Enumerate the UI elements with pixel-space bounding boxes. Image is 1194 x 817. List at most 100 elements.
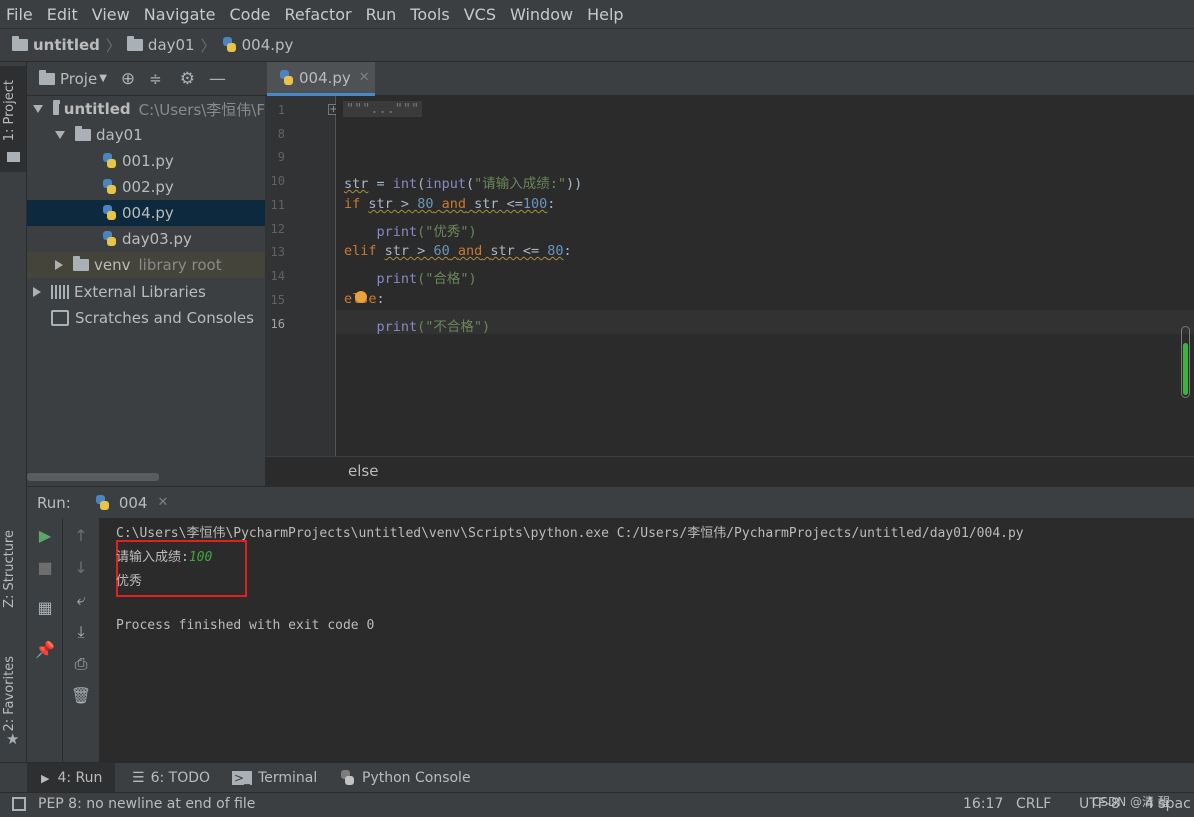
favorites-tool-tab[interactable]: 2: Favorites ★ [0,652,26,752]
console-output-line: 优秀 [116,574,143,589]
trash-icon[interactable]: 🗑 [63,686,99,705]
print-icon[interactable]: ⎙ [63,654,99,674]
horizontal-scrollbar[interactable] [27,473,159,481]
watermark: CSDN @清 醒 [1092,795,1170,809]
collapse-arrow-icon[interactable] [55,260,63,270]
lightbulb-icon[interactable] [355,291,367,303]
line-number: 13 [270,245,285,259]
folded-docstring[interactable]: """...""" [343,101,423,117]
breadcrumb-folder[interactable]: day01 [126,36,195,54]
stop-icon[interactable]: ■ [27,558,63,577]
menu-run[interactable]: Run [366,5,397,24]
code-line-10: str = int(input("请输入成绩:")) [344,176,583,192]
line-number: 8 [277,127,285,141]
libraries-icon [51,285,69,299]
menu-window[interactable]: Window [510,5,573,24]
python-file-icon [102,205,117,221]
run-tab-004[interactable]: 004 [119,494,148,512]
tree-item-external-libraries[interactable]: External Libraries [27,279,265,305]
tree-item-venv[interactable]: venv library root [27,252,265,278]
line-number: 11 [270,198,285,212]
close-icon[interactable]: ✕ [157,495,168,510]
project-panel-header: Proje ▼ ⊕ ≑ ⚙ — [27,62,265,96]
tab-terminal[interactable]: >_ Terminal [232,763,317,793]
tab-run[interactable]: ▶ 4: Run [27,763,115,793]
console-command-line: C:\Users\李恒伟\PycharmProjects\untitled\ve… [116,526,1024,541]
pin-icon[interactable]: 📌 [27,640,63,659]
python-file-icon [279,69,294,86]
line-number: 10 [270,174,285,188]
code-editor[interactable]: """...""" str = int(input("请输入成绩:")) if … [336,96,1194,456]
expand-arrow-icon[interactable] [55,131,65,139]
menu-refactor[interactable]: Refactor [284,5,351,24]
menu-help[interactable]: Help [587,5,623,24]
code-line-13: elif str > 60 and str <= 80: [344,243,572,259]
menu-navigate[interactable]: Navigate [144,5,216,24]
tree-item-004[interactable]: 004.py [27,200,265,226]
soft-wrap-icon[interactable]: ⤶ [63,590,99,610]
caret-position[interactable]: 16:17 [963,796,1003,812]
tree-item-root[interactable]: untitled C:\Users\李恒伟\F [27,96,265,122]
tab-python-console[interactable]: Python Console [340,763,471,793]
breadcrumb-file[interactable]: 004.py [222,36,293,54]
code-line-12: print("优秀") [376,224,477,240]
up-arrow-icon[interactable]: ↑ [63,526,99,545]
tab-todo[interactable]: ☰ 6: TODO [128,763,210,793]
folder-icon [53,100,60,115]
down-arrow-icon[interactable]: ↓ [63,558,99,577]
line-separator[interactable]: CRLF [1016,796,1051,812]
project-tool-tab[interactable]: 1: Project [0,66,26,172]
menu-code[interactable]: Code [230,5,271,24]
editor-breadcrumb-item[interactable]: else [348,462,378,480]
python-file-icon [222,37,237,53]
tree-item-001[interactable]: 001.py [27,148,265,174]
folder-icon [75,126,91,141]
python-icon [340,770,355,786]
menu-tools[interactable]: Tools [410,5,449,24]
chevron-right-icon: 〉 [200,36,216,55]
menu-file[interactable]: File [6,5,33,24]
code-line-11: if str > 80 and str <=100: [344,196,556,212]
scroll-to-end-icon[interactable]: ⤓ [63,622,99,642]
run-toolbar-secondary: ↑ ↓ ⤶ ⤓ ⎙ 🗑 [63,518,100,762]
python-icon [95,494,110,511]
run-console[interactable]: C:\Users\李恒伟\PycharmProjects\untitled\ve… [100,518,1194,762]
status-message: PEP 8: no newline at end of file [38,796,256,812]
tree-item-002[interactable]: 002.py [27,174,265,200]
terminal-icon: >_ [232,771,253,785]
folder-icon [7,152,20,162]
line-number: 1 [277,103,285,117]
close-icon[interactable]: ✕ [359,70,370,85]
layout-icon[interactable] [12,797,26,811]
collapse-arrow-icon[interactable] [33,287,41,297]
chevron-down-icon[interactable]: ▼ [99,73,107,84]
tree-item-day03[interactable]: day03.py [27,226,265,252]
hide-icon[interactable]: — [209,69,226,89]
expand-arrow-icon[interactable] [33,105,43,113]
line-number: 14 [270,269,285,283]
left-tool-strip: 1: Project Z: Structure 2: Favorites ★ [0,62,27,762]
menu-view[interactable]: View [92,5,130,24]
run-label: Run: [37,493,71,512]
menu-bar: File Edit View Navigate Code Refactor Ru… [0,0,1194,28]
project-view-selector[interactable]: Proje [60,70,97,88]
menu-vcs[interactable]: VCS [464,5,496,24]
structure-tool-tab[interactable]: Z: Structure [0,526,26,626]
rerun-icon[interactable]: ▶ [27,526,63,545]
collapse-all-icon[interactable]: ≑ [149,70,162,88]
console-finished-line: Process finished with exit code 0 [116,618,375,633]
code-line-16: print("不合格") [376,319,491,335]
gear-icon[interactable]: ⚙ [180,69,195,89]
breadcrumb-project[interactable]: untitled [12,36,100,54]
locate-icon[interactable]: ⊕ [121,69,135,89]
folder-icon [73,256,89,271]
vertical-scrollbar[interactable] [1181,326,1190,398]
restore-layout-icon[interactable]: ▦ [27,598,63,617]
line-number: 12 [270,222,285,236]
menu-edit[interactable]: Edit [47,5,78,24]
tree-item-day01[interactable]: day01 [27,122,265,148]
editor-breadcrumb: else [265,456,1194,486]
tab-004[interactable]: 004.py ✕ [267,62,375,96]
tree-item-scratches[interactable]: Scratches and Consoles [27,305,265,331]
todo-icon: ☰ [132,770,145,786]
